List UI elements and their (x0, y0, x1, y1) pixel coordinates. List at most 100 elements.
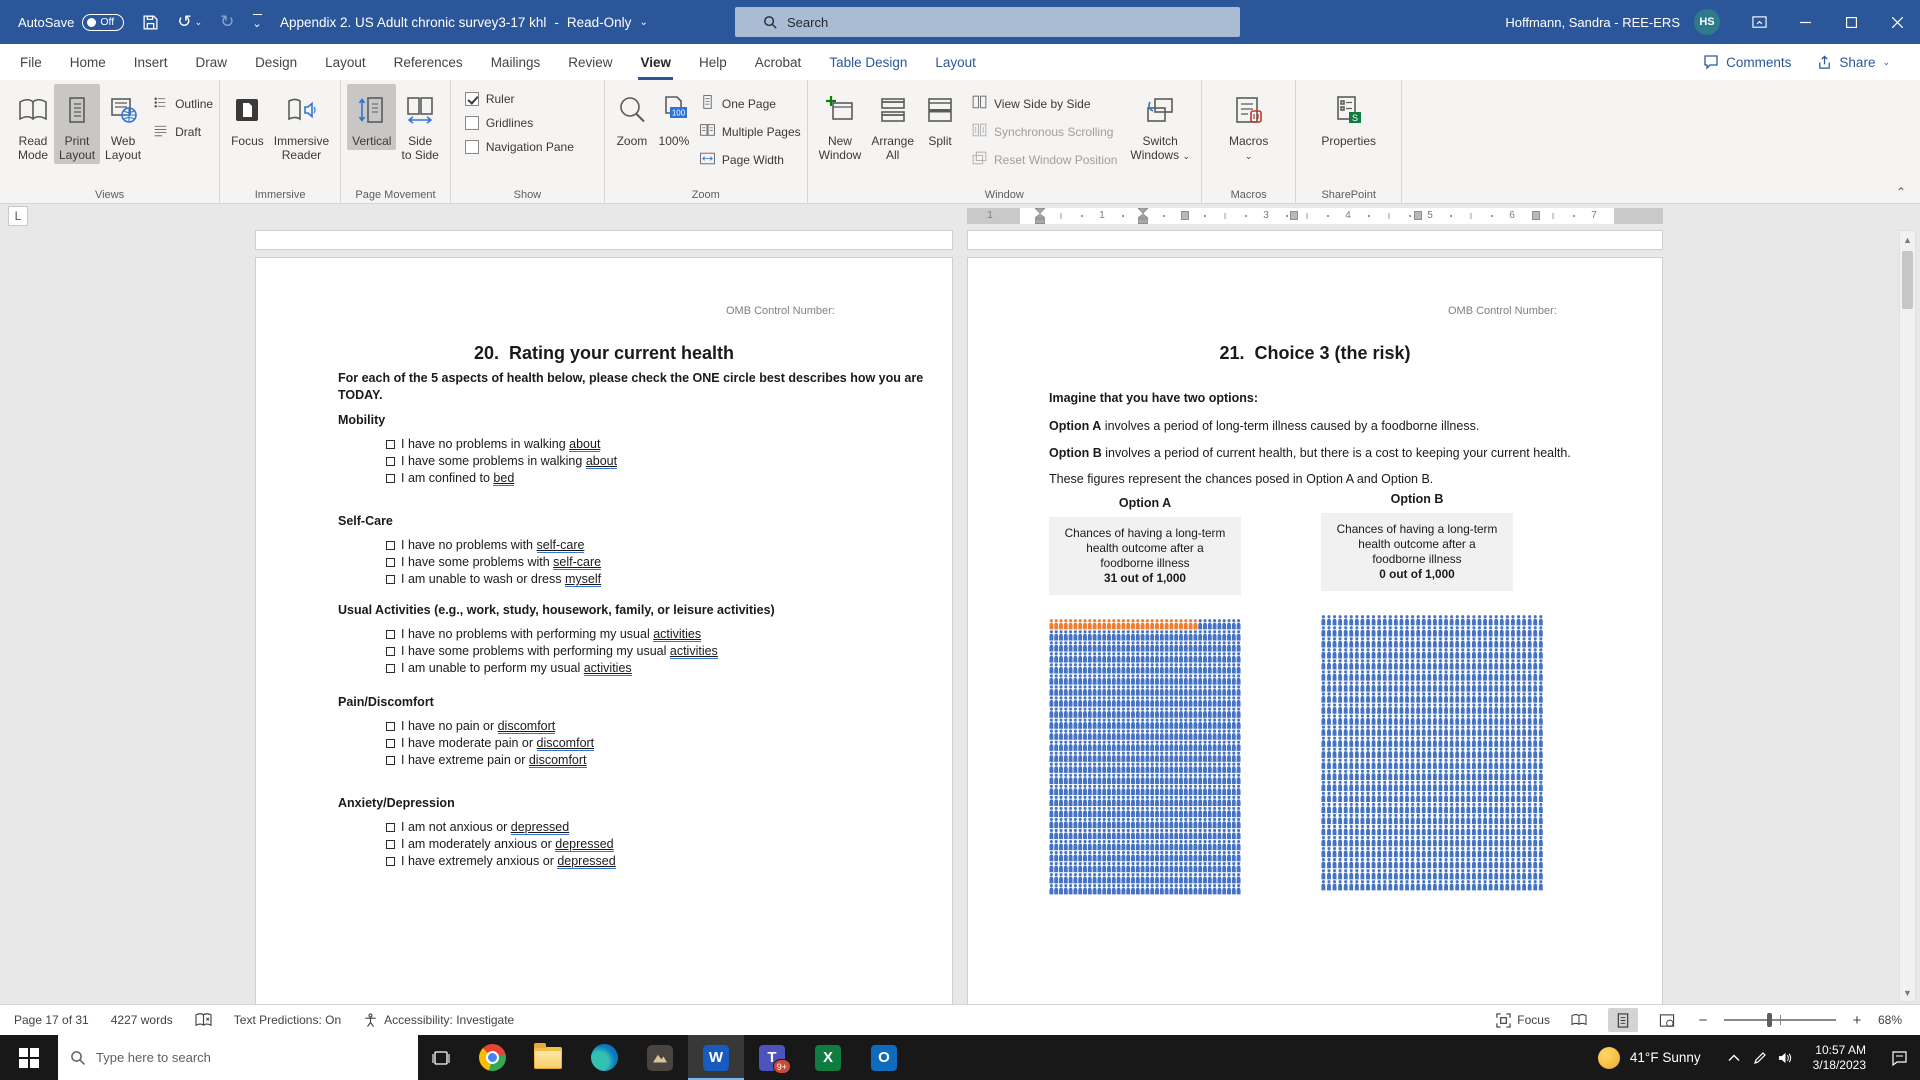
table-column-marker[interactable] (1181, 211, 1189, 220)
tab-help[interactable]: Help (685, 44, 741, 80)
page-indicator[interactable]: Page 17 of 31 (14, 1013, 89, 1027)
tray-overflow-chevron-icon[interactable] (1721, 1054, 1747, 1062)
zoom-in-button[interactable]: + (1850, 1012, 1864, 1029)
taskbar-app-file-explorer[interactable] (520, 1035, 576, 1080)
taskbar-app-word[interactable]: W (688, 1035, 744, 1080)
survey-checkbox[interactable] (386, 541, 395, 550)
proofing-errors-button[interactable] (195, 1013, 212, 1028)
read-mode-button[interactable]: Read Mode (12, 84, 54, 164)
tab-selector[interactable]: L (8, 206, 28, 226)
search-input[interactable]: Search (735, 7, 1240, 37)
redo-button[interactable]: ↻ (220, 12, 234, 32)
focus-mode-button[interactable]: Focus (1496, 1013, 1550, 1028)
tab-table-design-contextual[interactable]: Table Design (815, 44, 921, 80)
zoom-100-button[interactable]: 100100% (653, 84, 695, 150)
tab-file[interactable]: File (6, 44, 56, 80)
survey-checkbox[interactable] (386, 474, 395, 483)
arrange-all-button[interactable]: Arrange All (866, 84, 919, 164)
table-column-marker[interactable] (1290, 211, 1298, 220)
survey-checkbox[interactable] (386, 630, 395, 639)
tab-insert[interactable]: Insert (120, 44, 182, 80)
draft-button[interactable]: Draft (152, 122, 213, 142)
zoom-percentage[interactable]: 68% (1878, 1013, 1902, 1027)
survey-checkbox[interactable] (386, 457, 395, 466)
table-column-marker[interactable] (1414, 211, 1422, 220)
taskbar-app-image-editor[interactable] (632, 1035, 688, 1080)
zoom-slider[interactable] (1724, 1008, 1836, 1032)
macros-button[interactable]: Macros ⌄ (1224, 84, 1273, 165)
taskbar-app-teams[interactable]: T9+ (744, 1035, 800, 1080)
tab-references[interactable]: References (380, 44, 477, 80)
tab-acrobat[interactable]: Acrobat (741, 44, 816, 80)
taskbar-clock[interactable]: 10:57 AM 3/18/2023 (1799, 1043, 1878, 1073)
tab-home[interactable]: Home (56, 44, 120, 80)
gridlines-checkbox[interactable]: Gridlines (465, 116, 574, 130)
survey-checkbox[interactable] (386, 722, 395, 731)
survey-checkbox[interactable] (386, 440, 395, 449)
minimize-button[interactable] (1782, 0, 1828, 44)
text-predictions-status[interactable]: Text Predictions: On (234, 1013, 341, 1027)
taskbar-search-input[interactable]: Type here to search (58, 1035, 418, 1080)
survey-checkbox[interactable] (386, 756, 395, 765)
customize-qat-button[interactable]: ⌄ (252, 14, 261, 30)
ruler-text-area[interactable] (1020, 208, 1614, 224)
tab-layout-contextual[interactable]: Layout (921, 44, 990, 80)
task-view-button[interactable] (418, 1035, 464, 1080)
volume-icon[interactable] (1773, 1051, 1799, 1065)
survey-checkbox[interactable] (386, 840, 395, 849)
web-layout-button[interactable]: Web Layout (100, 84, 146, 164)
collapse-ribbon-button[interactable]: ⌃ (1896, 185, 1906, 199)
action-center-button[interactable] (1878, 1050, 1920, 1066)
weather-widget[interactable]: 41°F Sunny (1578, 1047, 1721, 1069)
survey-checkbox[interactable] (386, 857, 395, 866)
ruler-left-margin[interactable] (967, 208, 1020, 224)
zoom-button[interactable]: Zoom (611, 84, 653, 150)
one-page-button[interactable]: One Page (699, 94, 801, 114)
avatar[interactable]: HS (1694, 9, 1720, 35)
accessibility-button[interactable]: Accessibility: Investigate (363, 1013, 514, 1028)
taskbar-app-chrome[interactable] (464, 1035, 520, 1080)
word-count[interactable]: 4227 words (111, 1013, 173, 1027)
new-window-button[interactable]: New Window (814, 84, 867, 164)
zoom-out-button[interactable]: − (1696, 1012, 1710, 1029)
indent-marker[interactable] (1138, 208, 1148, 224)
split-button[interactable]: Split (919, 84, 961, 150)
view-side-by-side-button[interactable]: View Side by Side (971, 94, 1117, 114)
indent-marker[interactable] (1035, 208, 1045, 224)
tab-draw[interactable]: Draw (182, 44, 242, 80)
switch-windows-button[interactable]: Switch Windows ⌄ (1125, 84, 1195, 165)
properties-button[interactable]: SProperties (1316, 84, 1381, 150)
pen-input-icon[interactable] (1747, 1051, 1773, 1065)
start-button[interactable] (0, 1035, 58, 1080)
close-button[interactable] (1874, 0, 1920, 44)
table-column-marker[interactable] (1532, 211, 1540, 220)
account-name[interactable]: Hoffmann, Sandra - REE-ERS (1505, 15, 1680, 30)
vertical-button[interactable]: Vertical (347, 84, 396, 150)
maximize-button[interactable] (1828, 0, 1874, 44)
tab-layout[interactable]: Layout (311, 44, 380, 80)
scroll-down-arrow[interactable]: ▼ (1900, 984, 1915, 1001)
focus-button[interactable]: Focus (226, 84, 269, 150)
survey-checkbox[interactable] (386, 558, 395, 567)
readonly-badge[interactable]: Read-Only (567, 15, 632, 30)
tab-design[interactable]: Design (241, 44, 311, 80)
vertical-scrollbar[interactable]: ▲ ▼ (1899, 230, 1916, 1002)
survey-checkbox[interactable] (386, 664, 395, 673)
side-to-side-button[interactable]: Side to Side (396, 84, 443, 164)
title-chevron-down-icon[interactable]: ⌄ (639, 17, 647, 28)
print-layout-view-button[interactable] (1608, 1008, 1638, 1032)
comments-button[interactable]: Comments (1703, 54, 1791, 70)
horizontal-ruler[interactable]: L 11234567 (0, 204, 1920, 228)
share-button[interactable]: Share ⌄ (1817, 55, 1890, 70)
ruler-right-margin[interactable] (1614, 208, 1663, 224)
tab-review[interactable]: Review (554, 44, 626, 80)
ruler-checkbox[interactable]: Ruler (465, 92, 574, 106)
navigation-pane-checkbox[interactable]: Navigation Pane (465, 140, 574, 154)
read-mode-view-button[interactable] (1564, 1008, 1594, 1032)
save-button[interactable] (142, 14, 159, 31)
tab-mailings[interactable]: Mailings (477, 44, 555, 80)
survey-checkbox[interactable] (386, 739, 395, 748)
document-canvas[interactable]: OMB Control Number: 20. Rating your curr… (0, 228, 1920, 1004)
survey-checkbox[interactable] (386, 647, 395, 656)
taskbar-app-outlook[interactable]: O (856, 1035, 912, 1080)
